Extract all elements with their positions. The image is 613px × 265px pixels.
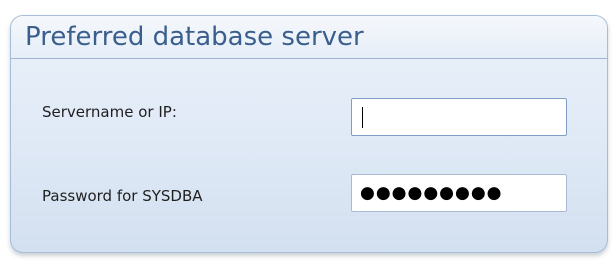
servername-input[interactable] [351, 98, 567, 136]
servername-label: Servername or IP: [42, 103, 177, 121]
text-caret [362, 107, 363, 128]
panel-header: Preferred database server [11, 16, 607, 59]
password-label: Password for SYSDBA [42, 187, 203, 205]
password-input[interactable]: ●●●●●●●●● [351, 174, 567, 212]
password-masked-value: ●●●●●●●●● [360, 183, 503, 203]
panel-title: Preferred database server [25, 22, 364, 52]
preferred-database-server-panel: Preferred database server Servername or … [10, 15, 608, 253]
